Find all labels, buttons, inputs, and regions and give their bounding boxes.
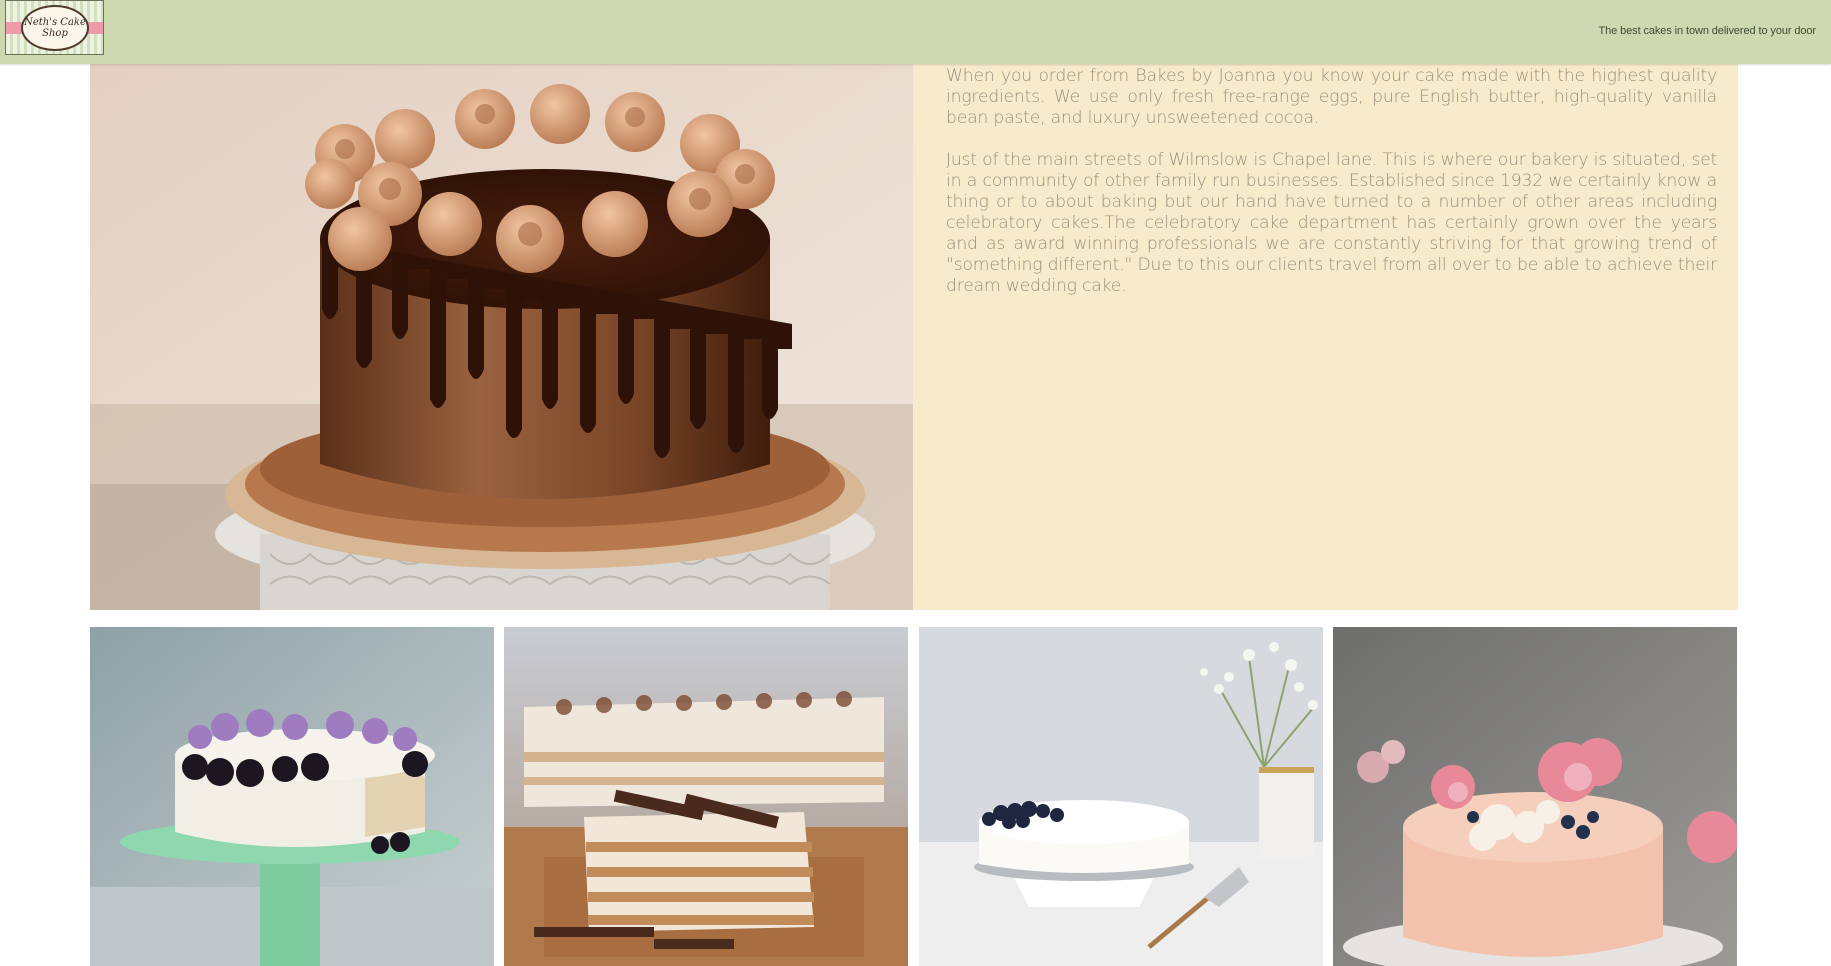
gallery-image-blackberry-cake (90, 627, 494, 966)
gallery-image-white-cake (919, 627, 1323, 966)
logo-text-line1: Neth's Cake (24, 17, 86, 28)
about-text-panel: When you order from Bakes by Joanna you … (913, 64, 1738, 610)
header-tagline: The best cakes in town delivered to your… (1598, 25, 1817, 37)
hero-cake-image (90, 64, 913, 610)
logo-badge: Neth's Cake Shop (21, 5, 89, 51)
logo-text-line2: Shop (42, 28, 68, 39)
gallery-image-layer-cake (504, 627, 908, 966)
about-paragraph-history: Just of the main streets of Wilmslow is … (946, 150, 1717, 296)
site-header: Neth's Cake Shop The best cakes in town … (0, 0, 1831, 64)
about-paragraph-ingredients: When you order from Bakes by Joanna you … (946, 66, 1717, 128)
gallery-image-pink-cake (1333, 627, 1737, 966)
shop-logo[interactable]: Neth's Cake Shop (5, 0, 104, 55)
